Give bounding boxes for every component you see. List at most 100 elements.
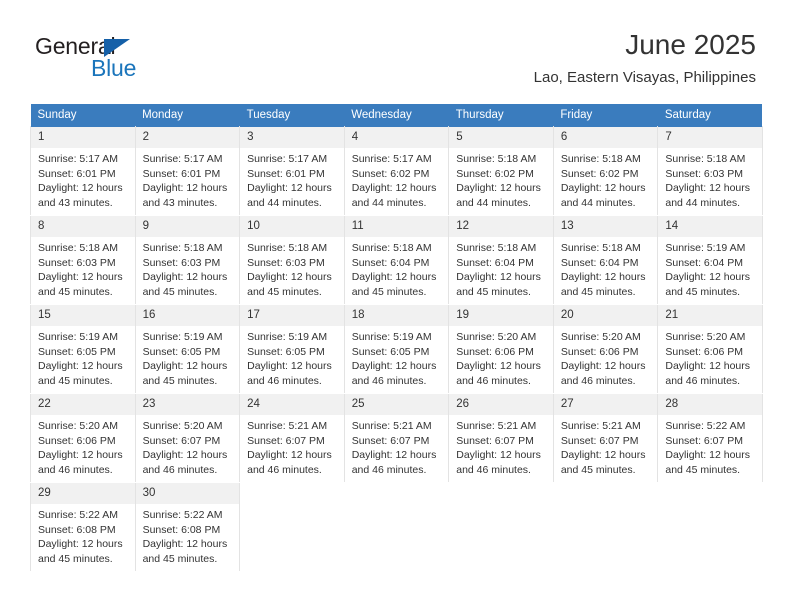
day-sunset-text: Sunset: 6:06 PM (456, 345, 534, 358)
day-sun-info: Sunrise: 5:20 AM Sunset: 6:06 PM Daylight:… (449, 326, 553, 388)
day-daylight2-text: and 46 minutes. (247, 374, 322, 387)
day-number: 28 (658, 394, 762, 415)
calendar-day-cell[interactable]: 8 Sunrise: 5:18 AM Sunset: 6:03 PM Daylight… (30, 215, 136, 305)
day-sunrise-text: Sunrise: 5:18 AM (665, 153, 746, 165)
day-sunrise-text: Sunrise: 5:17 AM (351, 153, 432, 165)
calendar-day-cell[interactable]: 22 Sunrise: 5:20 AM Sunset: 6:06 PM Dayligh… (30, 393, 136, 483)
day-number: 2 (135, 127, 240, 148)
day-daylight2-text: and 45 minutes. (142, 374, 218, 387)
day-daylight1-text: Daylight: 12 hours (456, 360, 541, 373)
day-sunrise-text: Sunrise: 5:22 AM (142, 509, 223, 521)
calendar-grid: Sunday Monday Tuesday Wednesday Thursday… (30, 104, 763, 572)
calendar-day-cell[interactable]: 15 Sunrise: 5:19 AM Sunset: 6:05 PM Dayligh… (30, 304, 136, 394)
calendar-day-cell[interactable]: 18 Sunrise: 5:19 AM Sunset: 6:05 PM Dayligh… (343, 304, 450, 394)
page-title: June 2025 (625, 29, 756, 60)
calendar-day-cell[interactable]: 5 Sunrise: 5:18 AM Sunset: 6:02 PM Daylight… (448, 126, 554, 216)
calendar-day-cell[interactable]: 10 Sunrise: 5:18 AM Sunset: 6:03 PM Dayligh… (239, 215, 345, 305)
calendar-day-cell[interactable]: 12 Sunrise: 5:18 AM Sunset: 6:04 PM Dayligh… (448, 215, 554, 305)
day-sunrise-text: Sunrise: 5:20 AM (560, 331, 641, 343)
calendar-day-cell[interactable]: 13 Sunrise: 5:18 AM Sunset: 6:04 PM Dayligh… (552, 215, 659, 305)
calendar-week-row: 22 Sunrise: 5:20 AM Sunset: 6:06 PM Dayligh… (30, 393, 763, 483)
day-daylight2-text: and 45 minutes. (38, 374, 113, 387)
day-sunrise-text: Sunrise: 5:17 AM (38, 153, 118, 165)
day-sunrise-text: Sunrise: 5:18 AM (456, 153, 537, 165)
day-number: 30 (135, 483, 240, 504)
calendar-day-cell[interactable]: 20 Sunrise: 5:20 AM Sunset: 6:06 PM Dayligh… (552, 304, 659, 394)
day-daylight2-text: and 46 minutes. (38, 463, 113, 476)
day-sunrise-text: Sunrise: 5:18 AM (247, 242, 328, 254)
calendar-day-cell[interactable]: 26 Sunrise: 5:21 AM Sunset: 6:07 PM Dayligh… (448, 393, 554, 483)
calendar-day-cell[interactable]: 19 Sunrise: 5:20 AM Sunset: 6:06 PM Dayligh… (448, 304, 554, 394)
day-sunrise-text: Sunrise: 5:20 AM (38, 420, 118, 432)
page-header: General Blue June 2025 Lao, Eastern Visa… (0, 0, 792, 104)
calendar-day-cell[interactable]: 16 Sunrise: 5:19 AM Sunset: 6:05 PM Dayligh… (134, 304, 241, 394)
day-sunset-text: Sunset: 6:06 PM (560, 345, 639, 358)
calendar-day-cell[interactable]: 25 Sunrise: 5:21 AM Sunset: 6:07 PM Dayligh… (343, 393, 450, 483)
calendar-week-row: 8 Sunrise: 5:18 AM Sunset: 6:03 PM Daylight… (30, 215, 763, 305)
calendar-table: Sunday Monday Tuesday Wednesday Thursday… (30, 104, 763, 572)
day-daylight2-text: and 44 minutes. (456, 196, 531, 209)
calendar-day-cell[interactable]: 14 Sunrise: 5:19 AM Sunset: 6:04 PM Dayligh… (657, 215, 763, 305)
day-sun-info: Sunrise: 5:19 AM Sunset: 6:05 PM Daylight:… (136, 326, 240, 388)
calendar-day-cell[interactable]: 30 Sunrise: 5:22 AM Sunset: 6:08 PM Dayligh… (134, 482, 241, 572)
day-daylight2-text: and 45 minutes. (560, 463, 636, 476)
day-sun-info (658, 504, 762, 508)
day-sunset-text: Sunset: 6:06 PM (38, 434, 116, 447)
calendar-day-cell[interactable]: 11 Sunrise: 5:18 AM Sunset: 6:04 PM Dayligh… (343, 215, 450, 305)
day-daylight1-text: Daylight: 12 hours (142, 538, 228, 551)
day-number: 27 (553, 394, 658, 415)
day-daylight1-text: Daylight: 12 hours (456, 271, 541, 284)
calendar-day-cell[interactable]: 29 Sunrise: 5:22 AM Sunset: 6:08 PM Dayligh… (30, 482, 136, 572)
day-sunrise-text: Sunrise: 5:20 AM (142, 420, 223, 432)
day-daylight2-text: and 46 minutes. (351, 374, 427, 387)
day-sun-info: Sunrise: 5:18 AM Sunset: 6:04 PM Daylight:… (449, 237, 553, 299)
day-daylight2-text: and 44 minutes. (665, 196, 741, 209)
day-sunset-text: Sunset: 6:07 PM (142, 434, 221, 447)
calendar-day-cell[interactable]: 2 Sunrise: 5:17 AM Sunset: 6:01 PM Daylight… (134, 126, 241, 216)
day-number: 6 (553, 127, 658, 148)
day-sun-info: Sunrise: 5:19 AM Sunset: 6:05 PM Daylight:… (345, 326, 449, 388)
day-sunset-text: Sunset: 6:01 PM (247, 167, 325, 180)
day-daylight1-text: Daylight: 12 hours (665, 360, 751, 373)
calendar-day-cell[interactable]: 6 Sunrise: 5:18 AM Sunset: 6:02 PM Daylight… (552, 126, 659, 216)
calendar-day-cell[interactable]: 9 Sunrise: 5:18 AM Sunset: 6:03 PM Daylight… (134, 215, 241, 305)
day-daylight2-text: and 46 minutes. (456, 374, 531, 387)
calendar-day-cell[interactable]: 4 Sunrise: 5:17 AM Sunset: 6:02 PM Daylight… (343, 126, 450, 216)
day-daylight1-text: Daylight: 12 hours (247, 449, 332, 462)
calendar-day-cell[interactable]: 23 Sunrise: 5:20 AM Sunset: 6:07 PM Dayligh… (134, 393, 241, 483)
calendar-day-cell[interactable]: 7 Sunrise: 5:18 AM Sunset: 6:03 PM Daylight… (657, 126, 763, 216)
weekday-header-saturday: Saturday (657, 104, 763, 127)
calendar-day-cell[interactable]: 28 Sunrise: 5:22 AM Sunset: 6:07 PM Dayligh… (657, 393, 763, 483)
calendar-cell-empty (657, 482, 763, 572)
calendar-day-cell[interactable]: 3 Sunrise: 5:17 AM Sunset: 6:01 PM Daylight… (239, 126, 345, 216)
day-number: 18 (344, 305, 449, 326)
weekday-header-wednesday: Wednesday (344, 104, 449, 127)
day-sun-info: Sunrise: 5:19 AM Sunset: 6:04 PM Daylight:… (658, 237, 762, 299)
day-daylight1-text: Daylight: 12 hours (247, 271, 332, 284)
day-daylight1-text: Daylight: 12 hours (142, 271, 228, 284)
day-sunset-text: Sunset: 6:04 PM (456, 256, 534, 269)
day-number: 20 (553, 305, 658, 326)
day-daylight2-text: and 44 minutes. (247, 196, 322, 209)
calendar-day-cell[interactable]: 27 Sunrise: 5:21 AM Sunset: 6:07 PM Dayligh… (552, 393, 659, 483)
calendar-page: General Blue June 2025 Lao, Eastern Visa… (0, 0, 792, 612)
calendar-day-cell[interactable]: 17 Sunrise: 5:19 AM Sunset: 6:05 PM Dayligh… (239, 304, 345, 394)
calendar-week-row: 1 Sunrise: 5:17 AM Sunset: 6:01 PM Daylight… (30, 126, 763, 216)
day-sunrise-text: Sunrise: 5:20 AM (456, 331, 537, 343)
calendar-day-cell[interactable]: 24 Sunrise: 5:21 AM Sunset: 6:07 PM Dayligh… (239, 393, 345, 483)
day-sunset-text: Sunset: 6:02 PM (351, 167, 430, 180)
day-daylight1-text: Daylight: 12 hours (142, 182, 228, 195)
day-daylight2-text: and 46 minutes. (665, 374, 741, 387)
day-sunrise-text: Sunrise: 5:21 AM (351, 420, 432, 432)
calendar-day-cell[interactable]: 21 Sunrise: 5:20 AM Sunset: 6:06 PM Dayligh… (657, 304, 763, 394)
day-number: 19 (449, 305, 553, 326)
day-sun-info: Sunrise: 5:21 AM Sunset: 6:07 PM Daylight:… (554, 415, 658, 477)
day-daylight1-text: Daylight: 12 hours (351, 360, 437, 373)
day-daylight1-text: Daylight: 12 hours (247, 360, 332, 373)
day-sunset-text: Sunset: 6:07 PM (247, 434, 325, 447)
generalblue-logo[interactable]: General Blue (35, 34, 165, 84)
day-sun-info: Sunrise: 5:18 AM Sunset: 6:03 PM Daylight:… (240, 237, 344, 299)
calendar-header-row: Sunday Monday Tuesday Wednesday Thursday… (30, 104, 763, 127)
day-daylight1-text: Daylight: 12 hours (456, 182, 541, 195)
calendar-day-cell[interactable]: 1 Sunrise: 5:17 AM Sunset: 6:01 PM Daylight… (30, 126, 136, 216)
